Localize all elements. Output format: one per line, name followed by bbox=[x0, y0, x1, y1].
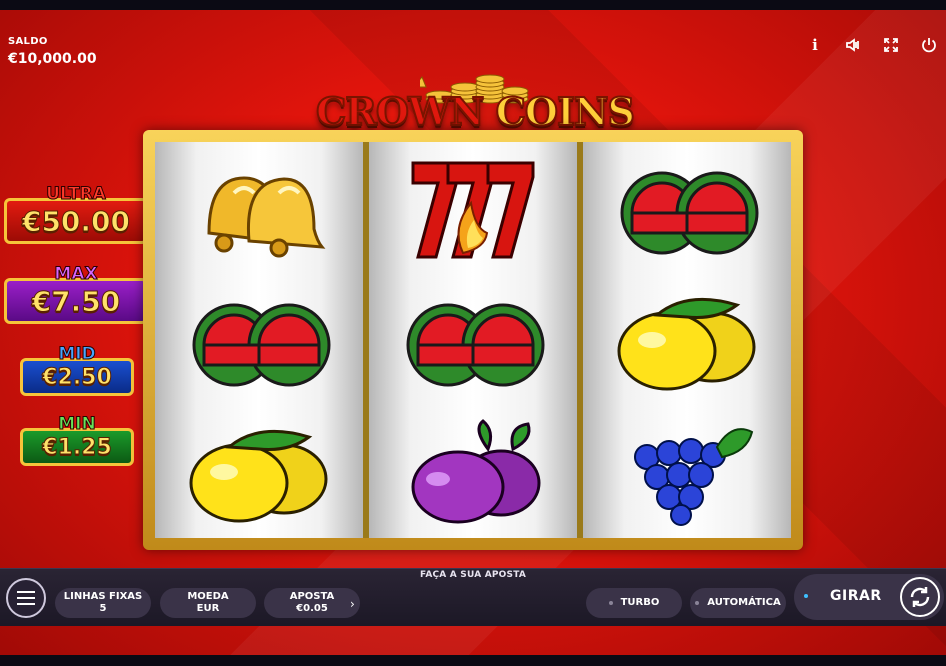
logo-word-coins: COINS bbox=[495, 88, 636, 135]
bet-increase-arrow-icon[interactable]: › bbox=[350, 597, 355, 611]
reel-3 bbox=[583, 142, 791, 538]
spin-label: GIRAR bbox=[830, 588, 882, 604]
power-button[interactable] bbox=[918, 34, 940, 56]
jackpot-mid-label: MID bbox=[58, 344, 96, 364]
spin-button[interactable]: GIRAR bbox=[794, 574, 944, 620]
jackpot-min-label: MIN bbox=[58, 414, 96, 434]
jackpot-max-label: MAX bbox=[54, 264, 98, 284]
lines-label: LINHAS FIXAS bbox=[63, 591, 143, 602]
jackpot-max-value: €7.50 bbox=[4, 278, 148, 324]
reels bbox=[155, 142, 791, 538]
spin-indicator bbox=[804, 594, 808, 598]
refresh-icon bbox=[910, 587, 930, 607]
symbol-lemon[interactable] bbox=[174, 413, 344, 531]
seven-icon bbox=[411, 161, 535, 259]
turbo-toggle[interactable]: TURBO bbox=[586, 588, 682, 618]
balance-display: SALDO €10,000.00 bbox=[8, 36, 97, 67]
bet-label: APOSTA bbox=[289, 591, 335, 602]
lemon-icon bbox=[617, 297, 756, 391]
sound-icon bbox=[846, 38, 859, 52]
balance-value: €10,000.00 bbox=[8, 51, 97, 67]
lines-value: 5 bbox=[99, 603, 107, 614]
symbol-watermelon[interactable] bbox=[174, 281, 344, 399]
logo-word-crown: CROWN bbox=[315, 88, 485, 135]
symbol-seven[interactable] bbox=[388, 149, 558, 267]
symbol-lemon[interactable] bbox=[602, 281, 772, 399]
watermelon-icon bbox=[620, 171, 759, 255]
jackpot-max: MAX €7.50 bbox=[4, 264, 148, 324]
lemon-icon bbox=[189, 429, 328, 523]
plum-icon bbox=[411, 419, 541, 524]
spin-circle[interactable] bbox=[900, 577, 940, 617]
grapes-icon bbox=[634, 428, 754, 526]
turbo-indicator bbox=[608, 601, 613, 605]
info-icon: i bbox=[812, 36, 818, 54]
jackpot-ultra: ULTRA €50.00 bbox=[4, 184, 148, 244]
bet-value: €0.05 bbox=[296, 603, 328, 614]
coin-value: EUR bbox=[196, 603, 220, 614]
watermelon-icon bbox=[406, 303, 545, 387]
fullscreen-button[interactable] bbox=[880, 34, 902, 56]
reel-frame bbox=[143, 130, 803, 550]
logo-title: CROWN COINS bbox=[310, 88, 640, 135]
game-stage: SALDO €10,000.00 i CROWN COINS ULTRA €50… bbox=[0, 10, 946, 655]
info-button[interactable]: i bbox=[804, 34, 826, 56]
autoplay-label: AUTOMÁTICA bbox=[707, 597, 781, 608]
top-toolbar: i bbox=[804, 34, 940, 56]
jackpot-ultra-label: ULTRA bbox=[46, 184, 107, 204]
symbol-plum[interactable] bbox=[388, 413, 558, 531]
bell-icon bbox=[207, 176, 326, 258]
symbol-watermelon[interactable] bbox=[388, 281, 558, 399]
lines-selector[interactable]: LINHAS FIXAS 5 bbox=[55, 588, 151, 618]
game-logo: CROWN COINS bbox=[310, 65, 640, 140]
bet-selector[interactable]: APOSTA €0.05 bbox=[264, 588, 360, 618]
turbo-label: TURBO bbox=[620, 597, 660, 608]
jackpot-min: MIN €1.25 bbox=[20, 414, 134, 466]
jackpot-ultra-value: €50.00 bbox=[4, 198, 148, 244]
fullscreen-icon bbox=[884, 38, 898, 52]
menu-button[interactable] bbox=[6, 578, 46, 618]
autoplay-toggle[interactable]: AUTOMÁTICA bbox=[690, 588, 786, 618]
symbol-bell[interactable] bbox=[174, 149, 344, 267]
watermelon-icon bbox=[192, 303, 331, 387]
coin-selector[interactable]: MOEDA EUR bbox=[160, 588, 256, 618]
symbol-watermelon[interactable] bbox=[602, 149, 772, 267]
autoplay-indicator bbox=[695, 601, 700, 605]
jackpot-mid: MID €2.50 bbox=[20, 344, 134, 396]
sound-button[interactable] bbox=[842, 34, 864, 56]
reel-2 bbox=[369, 142, 577, 538]
power-icon bbox=[922, 38, 936, 53]
reel-1 bbox=[155, 142, 363, 538]
coin-label: MOEDA bbox=[187, 591, 229, 602]
symbol-grapes[interactable] bbox=[602, 413, 772, 531]
balance-label: SALDO bbox=[8, 36, 48, 47]
hamburger-icon bbox=[17, 589, 35, 607]
